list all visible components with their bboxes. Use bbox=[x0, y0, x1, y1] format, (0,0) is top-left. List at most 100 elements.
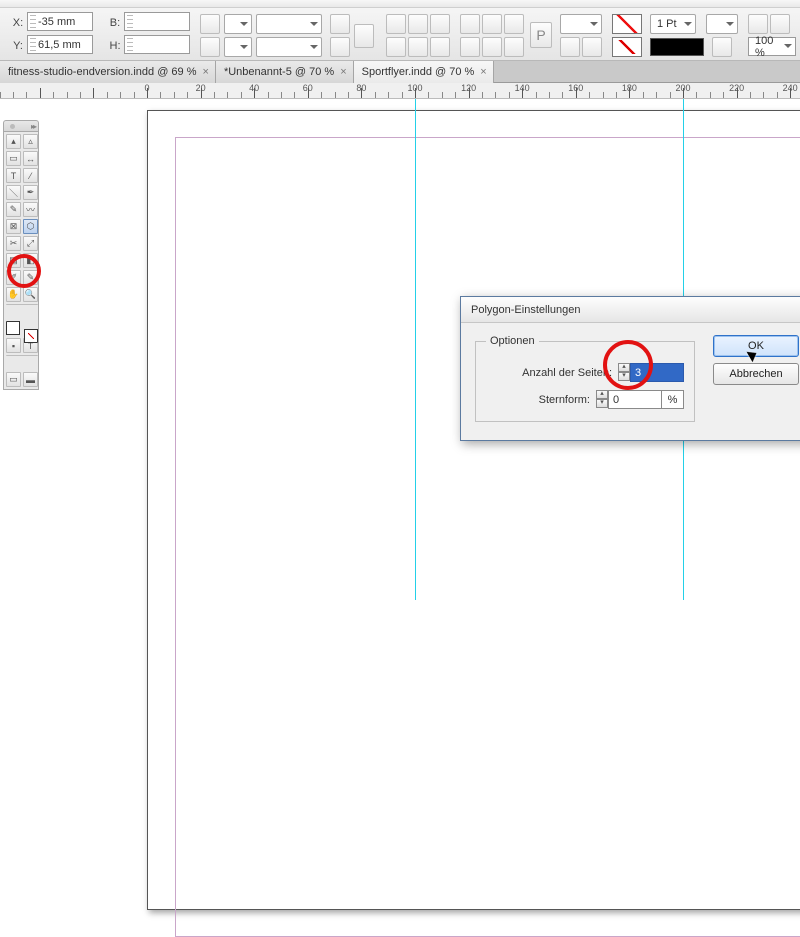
tool-grid-1[interactable] bbox=[386, 14, 406, 34]
tool-grid-6[interactable] bbox=[430, 37, 450, 57]
cancel-button[interactable]: Abbrechen bbox=[713, 363, 799, 385]
fx-icon[interactable] bbox=[748, 14, 768, 34]
doc-tab-2[interactable]: *Unbenannt-5 @ 70 % × bbox=[216, 61, 354, 83]
opacity-icon[interactable] bbox=[770, 14, 790, 34]
sides-step-down[interactable]: ▾ bbox=[618, 372, 630, 381]
smooth-tool-icon[interactable]: 〰 bbox=[23, 202, 38, 217]
glyphs-icon[interactable]: P bbox=[530, 22, 552, 48]
gradient-swatch-tool-icon[interactable]: ▤ bbox=[6, 253, 21, 268]
gap-tool-icon[interactable]: ↔ bbox=[23, 151, 38, 166]
tool-select-4[interactable] bbox=[256, 37, 322, 57]
corner-icon-5[interactable] bbox=[482, 37, 502, 57]
type-on-path-icon[interactable]: ⁄ bbox=[23, 168, 38, 183]
corner-icon-4[interactable] bbox=[460, 37, 480, 57]
options-legend: Optionen bbox=[486, 335, 539, 347]
tool-chip-5[interactable] bbox=[354, 24, 374, 48]
stroke-misc-2[interactable] bbox=[582, 37, 602, 57]
tool-grid-2[interactable] bbox=[408, 14, 428, 34]
close-icon[interactable]: × bbox=[480, 66, 486, 78]
line-tool-icon[interactable]: ＼ bbox=[6, 185, 21, 200]
tool-panel: ▴ ▵ ▭ ↔ T ⁄ ＼ ✒ ✎ 〰 ⊠ ⬡ ✂ ⤢ ▤ ◧ ✐ ✎ ✋ 🔍 … bbox=[3, 131, 39, 390]
free-transform-tool-icon[interactable]: ⤢ bbox=[23, 236, 38, 251]
pencil-tool-icon[interactable]: ✎ bbox=[6, 202, 21, 217]
tool-grid-4[interactable] bbox=[386, 37, 406, 57]
tool-chip-1[interactable] bbox=[200, 14, 220, 34]
close-icon[interactable]: × bbox=[203, 66, 209, 78]
screen-mode-preview-icon[interactable]: ▬ bbox=[23, 372, 38, 387]
guide-vertical-1[interactable] bbox=[415, 99, 416, 600]
type-tool-icon[interactable]: T bbox=[6, 168, 21, 183]
y-field[interactable]: 61,5 mm bbox=[27, 35, 93, 54]
polygon-settings-dialog: Polygon-Einstellungen Optionen Anzahl de… bbox=[460, 296, 800, 441]
document-tabs: fitness-studio-endversion.indd @ 69 % × *… bbox=[0, 61, 800, 83]
close-icon[interactable]: × bbox=[340, 66, 346, 78]
eyedropper-tool-icon[interactable]: ✎ bbox=[23, 270, 38, 285]
selection-tool-icon[interactable]: ▴ bbox=[6, 134, 21, 149]
dialog-titlebar[interactable]: Polygon-Einstellungen bbox=[461, 297, 800, 323]
percent-suffix: % bbox=[662, 390, 684, 409]
tool-grid-3[interactable] bbox=[430, 14, 450, 34]
stroke-misc-1[interactable] bbox=[560, 37, 580, 57]
scissors-tool-icon[interactable]: ✂ bbox=[6, 236, 21, 251]
corner-icon-6[interactable] bbox=[504, 37, 524, 57]
w-label: B: bbox=[108, 12, 122, 33]
y-value: 61,5 mm bbox=[38, 39, 81, 51]
dialog-title: Polygon-Einstellungen bbox=[471, 304, 580, 316]
w-field[interactable] bbox=[124, 12, 190, 31]
rectangle-frame-tool-icon[interactable]: ⊠ bbox=[6, 219, 21, 234]
doc-tab-2-label: *Unbenannt-5 @ 70 % bbox=[224, 66, 334, 78]
fill-swatch[interactable] bbox=[612, 14, 642, 34]
gradient-feather-tool-icon[interactable]: ◧ bbox=[23, 253, 38, 268]
star-step-down[interactable]: ▾ bbox=[596, 399, 608, 408]
options-group: Optionen Anzahl der Seiten: ▴▾ Sternform… bbox=[475, 335, 695, 422]
corner-icon-2[interactable] bbox=[482, 14, 502, 34]
page-tool-icon[interactable]: ▭ bbox=[6, 151, 21, 166]
h-field[interactable] bbox=[124, 35, 190, 54]
doc-tab-1-label: fitness-studio-endversion.indd @ 69 % bbox=[8, 66, 197, 78]
polygon-tool-icon[interactable]: ⬡ bbox=[23, 219, 38, 234]
stroke-style-select[interactable] bbox=[560, 14, 602, 34]
zoom-value: 100 % bbox=[755, 35, 781, 59]
fill-stroke-icon[interactable] bbox=[6, 321, 38, 343]
star-input[interactable] bbox=[608, 390, 662, 409]
color-swatch-black[interactable] bbox=[650, 38, 704, 56]
doc-tab-3-label: Sportflyer.indd @ 70 % bbox=[362, 66, 475, 78]
stroke-endcap-select[interactable] bbox=[706, 14, 738, 34]
star-label: Sternform: bbox=[539, 394, 590, 406]
star-step-up[interactable]: ▴ bbox=[596, 390, 608, 399]
pen-tool-icon[interactable]: ✒ bbox=[23, 185, 38, 200]
tool-grid-5[interactable] bbox=[408, 37, 428, 57]
screen-mode-normal-icon[interactable]: ▭ bbox=[6, 372, 21, 387]
tool-select-3[interactable] bbox=[256, 14, 322, 34]
corner-icon-3[interactable] bbox=[504, 14, 524, 34]
tool-chip-4[interactable] bbox=[330, 37, 350, 57]
tool-select-2[interactable] bbox=[224, 37, 252, 57]
ok-button[interactable]: OK bbox=[713, 335, 799, 357]
doc-tab-1[interactable]: fitness-studio-endversion.indd @ 69 % × bbox=[0, 61, 216, 83]
h-label: H: bbox=[108, 35, 122, 56]
note-tool-icon[interactable]: ✐ bbox=[6, 270, 21, 285]
doc-tab-3[interactable]: Sportflyer.indd @ 70 % × bbox=[354, 61, 494, 83]
stroke-weight-value: 1 Pt bbox=[657, 18, 677, 30]
zoom-field[interactable]: 100 % bbox=[748, 37, 796, 56]
corner-icon-1[interactable] bbox=[460, 14, 480, 34]
tool-select-1[interactable] bbox=[224, 14, 252, 34]
swatch-dropdown-icon[interactable] bbox=[712, 37, 732, 57]
margin-guides bbox=[175, 137, 800, 937]
sides-step-up[interactable]: ▴ bbox=[618, 363, 630, 372]
tool-chip-3[interactable] bbox=[330, 14, 350, 34]
zoom-tool-icon[interactable]: 🔍 bbox=[23, 287, 38, 302]
horizontal-ruler[interactable]: 020406080100120140160180200220240260 bbox=[0, 83, 800, 99]
stroke-swatch[interactable] bbox=[612, 37, 642, 57]
separator bbox=[6, 355, 38, 358]
tool-chip-2[interactable] bbox=[200, 37, 220, 57]
separator bbox=[6, 304, 38, 307]
y-label: Y: bbox=[11, 35, 25, 56]
direct-selection-tool-icon[interactable]: ▵ bbox=[23, 134, 38, 149]
sides-label: Anzahl der Seiten: bbox=[522, 367, 612, 379]
x-field[interactable]: -35 mm bbox=[27, 12, 93, 31]
sides-input[interactable] bbox=[630, 363, 684, 382]
x-value: -35 mm bbox=[38, 16, 75, 28]
hand-tool-icon[interactable]: ✋ bbox=[6, 287, 21, 302]
stroke-weight-field[interactable]: 1 Pt bbox=[650, 14, 696, 34]
